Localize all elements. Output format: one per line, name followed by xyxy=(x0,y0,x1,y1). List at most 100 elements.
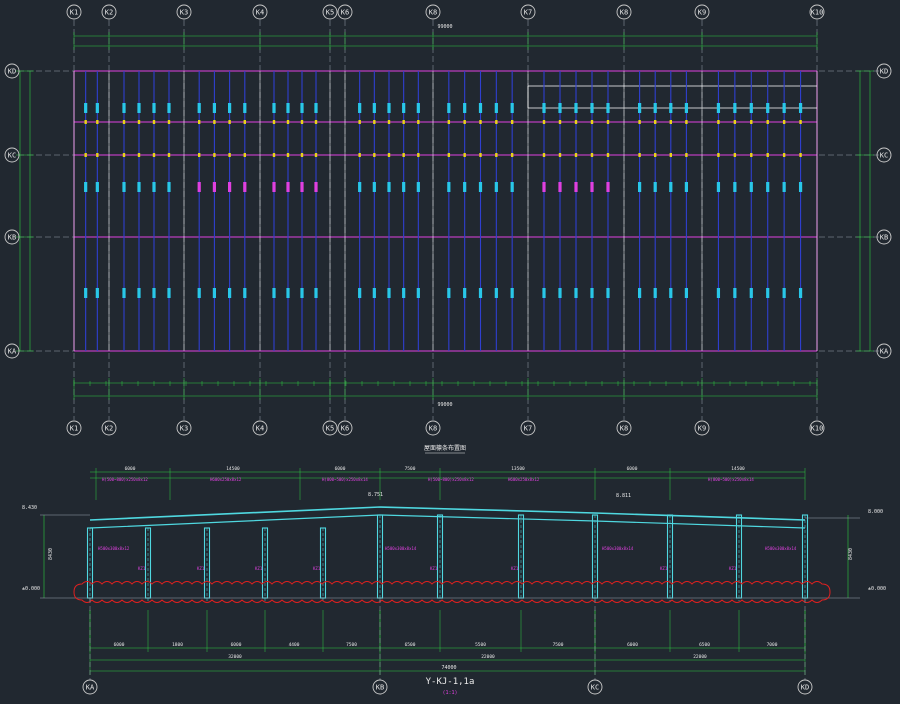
purlin-tag xyxy=(766,182,770,192)
plan-axis-top-4-label: K4 xyxy=(256,9,264,17)
column-tag-8: KZ1 xyxy=(729,566,737,571)
purlin-tag xyxy=(387,288,391,298)
bottom-dim-6: 6500 xyxy=(405,642,416,648)
purlin-tag xyxy=(286,182,290,192)
plan-axis-right-KB-label: KB xyxy=(880,234,888,242)
purlin-tag xyxy=(122,288,126,298)
purlin-tag xyxy=(766,103,770,113)
purlin-node xyxy=(574,120,578,124)
purlin-tag xyxy=(416,288,420,298)
purlin-node xyxy=(152,120,156,124)
purlin-node xyxy=(417,153,420,157)
purlin-node xyxy=(510,153,514,157)
purlin-node xyxy=(750,120,753,124)
purlin-node xyxy=(373,153,376,157)
column-tag-3: KZ1 xyxy=(255,566,263,571)
plan-axis-top-8-label: K7 xyxy=(524,9,532,17)
column-tag-5: KZ1 xyxy=(430,566,438,571)
plan-axis-top-6-label: K6 xyxy=(341,9,349,17)
plan-axis-left-KD-label: KD xyxy=(8,68,16,76)
purlin-tag xyxy=(798,288,803,298)
purlin-node xyxy=(606,153,610,157)
purlin-tag xyxy=(733,182,737,192)
purlin-node xyxy=(228,120,231,124)
purlin-node xyxy=(782,153,786,157)
purlin-node xyxy=(654,120,657,124)
purlin-node xyxy=(542,120,546,124)
purlin-tag xyxy=(684,182,688,192)
purlin-node xyxy=(638,153,641,157)
purlin-tag xyxy=(782,103,786,113)
section-elevation-right-top: 8.000 xyxy=(868,509,883,515)
beam-tag-5: H600x250x8x12 xyxy=(508,477,540,482)
purlin-tag xyxy=(782,288,786,298)
side-tag-4: H500x300x8x14 xyxy=(765,546,797,551)
purlin-tag xyxy=(416,103,420,113)
purlin-tag xyxy=(137,288,141,298)
purlin-tag xyxy=(510,288,514,298)
plan-axis-left-KA-label: KA xyxy=(8,348,17,356)
purlin-node xyxy=(590,120,594,124)
plan-axis-bottom-5-label: K5 xyxy=(326,425,334,433)
purlin-tag xyxy=(606,288,610,298)
purlin-node xyxy=(590,153,594,157)
column-tag-7: KZ1 xyxy=(660,566,668,571)
purlin-tag xyxy=(167,182,171,192)
section-elevation-left-top: 8.430 xyxy=(22,505,37,511)
ridge-tag-1: 8.751 xyxy=(368,492,383,498)
bottom-dim-9: 6000 xyxy=(627,642,638,648)
purlin-node xyxy=(463,153,466,157)
purlin-tag xyxy=(798,182,803,192)
purlin-tag xyxy=(228,288,232,298)
purlin-node xyxy=(542,153,546,157)
section-axis-KB-label: KB xyxy=(376,684,384,692)
segment-dim-1: 6000 xyxy=(125,466,136,472)
purlin-tag xyxy=(716,288,721,298)
beam-tag-3: H(800~500)x250x8x14 xyxy=(322,477,368,482)
purlin-node xyxy=(84,153,87,157)
purlin-tag xyxy=(84,103,88,113)
side-tag-2: H500x300x8x14 xyxy=(385,546,417,551)
plan-axis-bottom-6-label: K6 xyxy=(341,425,349,433)
column-tag-6: KZ1 xyxy=(511,566,519,571)
purlin-tag xyxy=(463,103,467,113)
purlin-tag xyxy=(243,288,247,298)
purlin-tag xyxy=(733,288,737,298)
purlin-node xyxy=(152,153,156,157)
purlin-node xyxy=(479,120,482,124)
sub-span-2: 22000 xyxy=(481,654,495,660)
plan-top-total-dimension: 99000 xyxy=(437,24,452,30)
plan-axis-left-KC-label: KC xyxy=(8,152,16,160)
purlin-tag xyxy=(669,103,673,113)
purlin-tag xyxy=(286,103,290,113)
purlin-tag xyxy=(95,103,99,113)
purlin-node xyxy=(685,120,688,124)
section-axis-KD-label: KD xyxy=(801,684,809,692)
purlin-tag xyxy=(606,182,610,192)
beam-tag-4: H(500~800)x250x8x12 xyxy=(428,477,474,482)
purlin-node xyxy=(84,120,87,124)
purlin-node xyxy=(358,153,361,157)
purlin-tag xyxy=(653,182,657,192)
purlin-tag xyxy=(137,103,141,113)
purlin-node xyxy=(766,120,769,124)
side-tag-3: H500x300x8x14 xyxy=(602,546,634,551)
purlin-tag xyxy=(152,182,156,192)
column-tag-2: KZ1 xyxy=(197,566,205,571)
purlin-tag xyxy=(638,182,642,192)
side-tag-1: H500x300x8x12 xyxy=(98,546,130,551)
purlin-tag xyxy=(122,103,126,113)
purlin-node xyxy=(122,153,126,157)
purlin-tag xyxy=(387,182,391,192)
purlin-tag xyxy=(272,103,276,113)
purlin-node xyxy=(213,153,216,157)
plan-axis-bottom-10-label: K9 xyxy=(698,425,706,433)
purlin-tag xyxy=(749,288,753,298)
purlin-tag xyxy=(358,182,362,192)
segment-dim-4: 7500 xyxy=(405,466,416,472)
purlin-tag xyxy=(314,288,318,298)
purlin-tag xyxy=(653,288,657,298)
purlin-tag xyxy=(766,288,770,298)
purlin-node xyxy=(799,120,802,124)
purlin-tag xyxy=(212,182,216,192)
